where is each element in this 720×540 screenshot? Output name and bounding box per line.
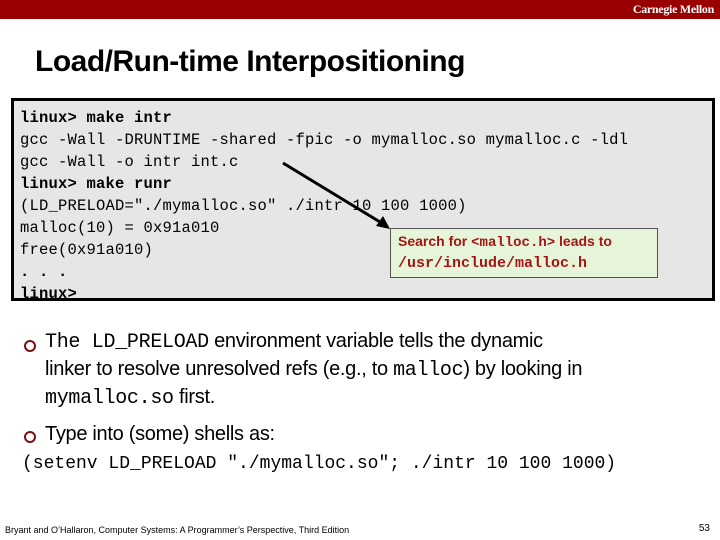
header-bar: Carnegie Mellon (0, 0, 720, 19)
terminal-line: gcc -Wall -DRUNTIME -shared -fpic -o mym… (20, 131, 629, 149)
callout-path: /usr/include/malloc.h (398, 255, 588, 272)
terminal-line: malloc(10) = 0x91a010 (20, 219, 220, 237)
code-ld-preload: The LD_PRELOAD (45, 331, 209, 354)
bullet-icon (24, 427, 36, 448)
terminal-line: linux> make intr (20, 109, 173, 127)
callout-box: Search for <malloc.h> leads to /usr/incl… (390, 228, 658, 278)
text: environment variable tells the dynamic (208, 330, 543, 352)
text: ) by looking in (463, 358, 583, 380)
callout-prefix: Search for (398, 233, 472, 249)
brand-label: Carnegie Mellon (632, 2, 714, 16)
terminal-line: linux> (20, 285, 78, 303)
code-mymalloc-so: mymalloc.so (45, 387, 174, 410)
callout-suffix: leads to (555, 233, 612, 249)
terminal-line: (LD_PRELOAD="./mymalloc.so" ./intr 10 10… (20, 197, 467, 215)
terminal-line: . . . (20, 263, 68, 281)
bullet-icon (24, 336, 36, 357)
terminal-line: free(0x91a010) (20, 241, 154, 259)
text: linker to resolve unresolved refs (e.g.,… (45, 358, 394, 380)
text: first. (173, 386, 215, 408)
footer-citation: Bryant and O’Hallaron, Computer Systems:… (5, 525, 350, 535)
terminal-line: linux> make runr (20, 175, 173, 193)
bullet-1-text: The LD_PRELOAD environment variable tell… (45, 328, 583, 412)
shell-command: (setenv LD_PRELOAD "./mymalloc.so"; ./in… (22, 454, 617, 474)
slide-title: Load/Run-time Interpositioning (35, 45, 465, 78)
page-number: 53 (698, 523, 710, 534)
bullet-2-text: Type into (some) shells as: (45, 423, 275, 445)
callout-line-1: Search for <malloc.h> leads to (398, 233, 612, 251)
code-malloc: malloc (393, 359, 464, 382)
terminal-line: gcc -Wall -o intr int.c (20, 153, 239, 171)
callout-code: <malloc.h> (471, 235, 556, 251)
